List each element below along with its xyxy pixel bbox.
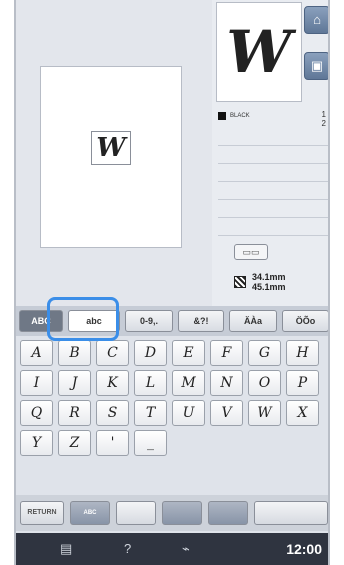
tab-numbers[interactable]: 0-9,. <box>125 310 173 332</box>
mirror-button[interactable] <box>116 501 156 525</box>
tab-accented-a[interactable]: ÄÀa <box>229 310 277 332</box>
char-key-T[interactable]: T <box>134 400 167 426</box>
clock: 12:00 <box>286 541 322 557</box>
embroidery-screen: W W ⌂ ▣ BLACK 12 ▭▭ 34.1mm 45.1mm ABC ab… <box>14 0 330 565</box>
help-icon[interactable]: ? <box>124 541 131 556</box>
memory-icon: ▣ <box>310 58 324 73</box>
char-key-apostrophe[interactable]: ' <box>96 430 129 456</box>
character-preview: W <box>216 2 302 102</box>
char-key-Z[interactable]: Z <box>58 430 91 456</box>
char-key-R[interactable]: R <box>58 400 91 426</box>
char-key-Y[interactable]: Y <box>20 430 53 456</box>
status-bar: ▤ ? ⌁ 12:00 <box>16 533 328 565</box>
wireless-icon[interactable]: ⌁ <box>182 541 190 557</box>
color-list <box>218 128 328 236</box>
spacing-button[interactable] <box>208 501 248 525</box>
char-key-A[interactable]: A <box>20 340 53 366</box>
pattern-preview-panel: W <box>16 0 212 306</box>
return-button[interactable]: RETURN <box>20 501 64 525</box>
char-key-X[interactable]: X <box>286 400 319 426</box>
char-key-Q[interactable]: Q <box>20 400 53 426</box>
char-key-L[interactable]: L <box>134 370 167 396</box>
char-key-B[interactable]: B <box>58 340 91 366</box>
size-icon <box>234 276 246 288</box>
char-key-H[interactable]: H <box>286 340 319 366</box>
char-key-I[interactable]: I <box>20 370 53 396</box>
info-panel: W ⌂ ▣ BLACK 12 ▭▭ 34.1mm 45.1mm <box>212 0 328 306</box>
char-key-G[interactable]: G <box>248 340 281 366</box>
pattern-height: 45.1mm <box>252 282 286 292</box>
tab-symbols[interactable]: &?! <box>178 310 224 332</box>
embroidery-hoop: W <box>40 66 182 248</box>
char-key-O[interactable]: O <box>248 370 281 396</box>
char-key-F[interactable]: F <box>210 340 243 366</box>
char-key-M[interactable]: M <box>172 370 205 396</box>
bottom-toolbar: RETURN ABC <box>16 495 328 531</box>
stitch-count: 12 <box>321 110 326 128</box>
arrange-button[interactable] <box>162 501 202 525</box>
memory-button[interactable]: ▣ <box>304 52 328 80</box>
color-name: BLACK <box>230 113 250 119</box>
char-key-U[interactable]: U <box>172 400 205 426</box>
char-key-space[interactable]: _ <box>134 430 167 456</box>
thread-color-row: BLACK 12 <box>218 110 328 128</box>
thread-spool-icon: ▭▭ <box>234 244 268 260</box>
preview-letter: W <box>91 131 131 165</box>
char-key-C[interactable]: C <box>96 340 129 366</box>
document-icon[interactable]: ▤ <box>60 541 72 557</box>
font-select-button[interactable]: ABC <box>70 501 110 525</box>
char-key-D[interactable]: D <box>134 340 167 366</box>
char-key-K[interactable]: K <box>96 370 129 396</box>
char-key-N[interactable]: N <box>210 370 243 396</box>
char-key-W[interactable]: W <box>248 400 281 426</box>
home-button[interactable]: ⌂ <box>304 6 328 34</box>
tab-accented-o[interactable]: ÖÕo <box>282 310 328 332</box>
char-key-S[interactable]: S <box>96 400 129 426</box>
home-icon: ⌂ <box>313 12 321 27</box>
char-key-J[interactable]: J <box>58 370 91 396</box>
char-key-V[interactable]: V <box>210 400 243 426</box>
set-button[interactable] <box>254 501 328 525</box>
color-swatch <box>218 112 226 120</box>
char-key-E[interactable]: E <box>172 340 205 366</box>
selection-highlight <box>47 297 119 341</box>
char-key-P[interactable]: P <box>286 370 319 396</box>
pattern-width: 34.1mm <box>252 272 286 282</box>
